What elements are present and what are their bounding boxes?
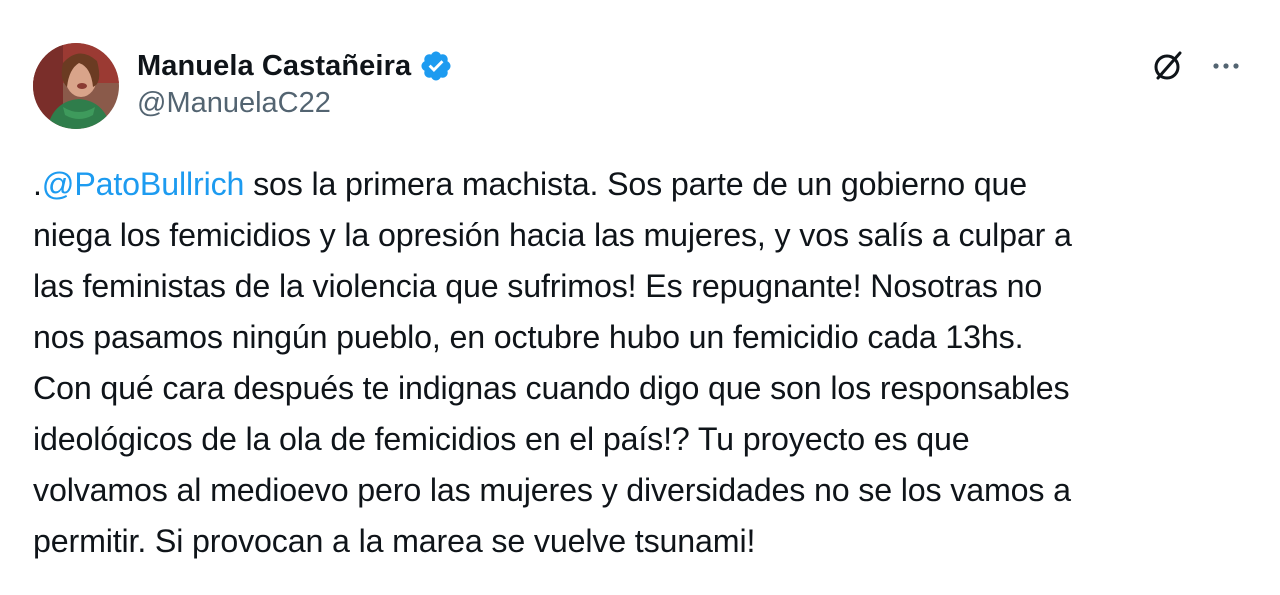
author-name-row: Manuela Castañeira (137, 47, 453, 85)
more-icon[interactable] (1206, 46, 1246, 86)
avatar-photo (33, 43, 119, 129)
grok-icon[interactable] (1148, 46, 1188, 86)
tweet-body: sos la primera machista. Sos parte de un… (33, 166, 1072, 559)
author-handle[interactable]: @ManuelaC22 (137, 87, 453, 120)
author-block: Manuela Castañeira @ManuelaC22 (137, 47, 453, 120)
mention-link[interactable]: @PatoBullrich (42, 166, 245, 202)
author-name[interactable]: Manuela Castañeira (137, 50, 411, 83)
tweet-top-actions (1148, 46, 1246, 86)
avatar[interactable] (33, 43, 119, 129)
tweet-prefix: . (33, 166, 42, 202)
tweet-text: .@PatoBullrich sos la primera machista. … (33, 159, 1263, 567)
tweet-card: Manuela Castañeira @ManuelaC22 .@PatoBul… (0, 0, 1280, 595)
verified-badge-icon[interactable] (419, 49, 453, 83)
